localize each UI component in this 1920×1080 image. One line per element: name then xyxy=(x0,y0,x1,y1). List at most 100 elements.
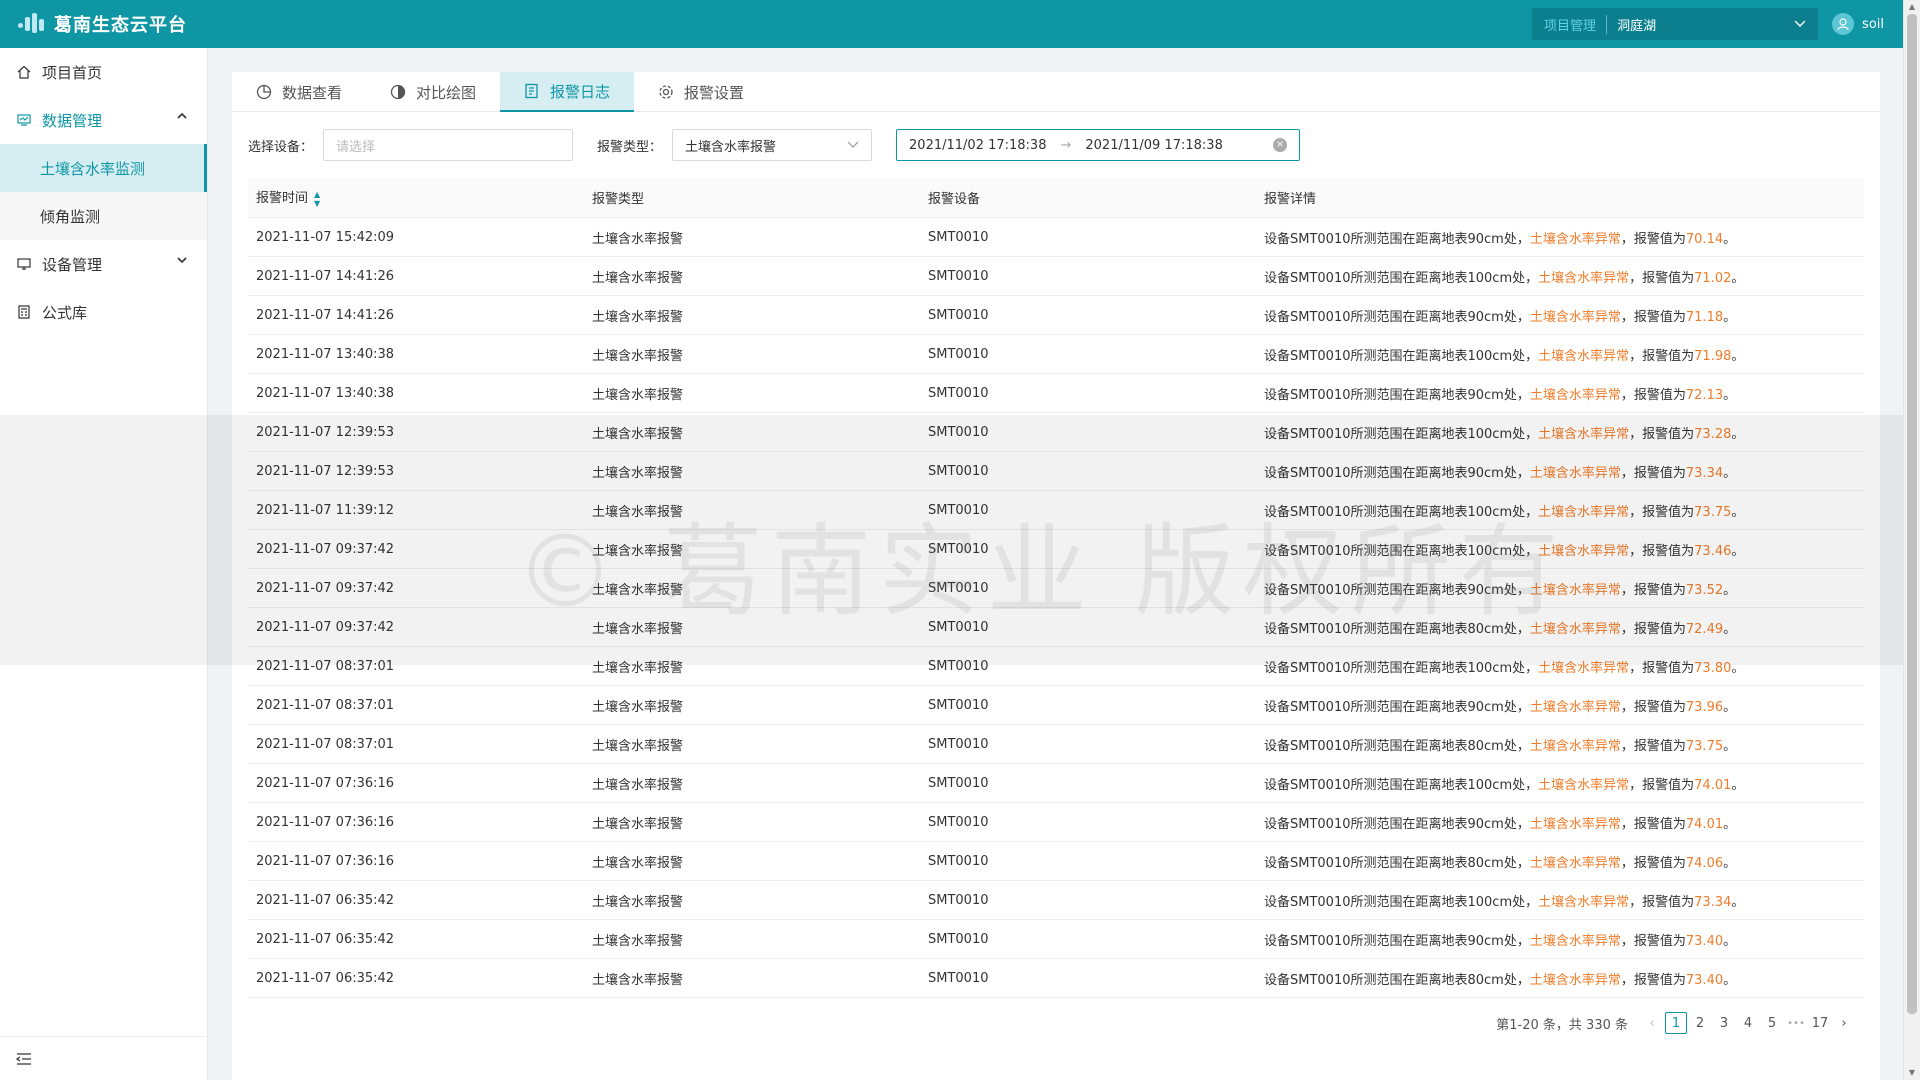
cell-detail: 设备SMT0010所测范围在距离地表80cm处，土壤含水率异常，报警值为73.4… xyxy=(1264,972,1737,988)
cell-type: 土壤含水率报警 xyxy=(592,855,684,871)
table-row[interactable]: 2021-11-07 07:36:16 土壤含水率报警 SMT0010 设备SMT00… xyxy=(248,842,1864,881)
table-row[interactable]: 2021-11-07 12:39:53 土壤含水率报警 SMT0010 设备SMT00… xyxy=(248,452,1864,491)
table-row[interactable]: 2021-11-07 08:37:01 土壤含水率报警 SMT0010 设备SMT00… xyxy=(248,647,1864,686)
cell-detail: 设备SMT0010所测范围在距离地表90cm处，土壤含水率异常，报警值为74.0… xyxy=(1264,816,1737,832)
tab-alarm-settings[interactable]: 报警设置 xyxy=(634,72,768,112)
date-range-picker[interactable]: 2021/11/02 17:18:38 → 2021/11/09 17:18:3… xyxy=(896,129,1301,161)
page-2[interactable]: 2 xyxy=(1689,1012,1711,1034)
logo[interactable]: 葛南生态云平台 xyxy=(0,0,187,48)
cell-type: 土壤含水率报警 xyxy=(592,387,684,403)
table-row[interactable]: 2021-11-07 07:36:16 土壤含水率报警 SMT0010 设备SMT00… xyxy=(248,803,1864,842)
page-last[interactable]: 17 xyxy=(1809,1012,1831,1034)
table-row[interactable]: 2021-11-07 09:37:42 土壤含水率报警 SMT0010 设备SMT00… xyxy=(248,608,1864,647)
table-row[interactable]: 2021-11-07 11:39:12 土壤含水率报警 SMT0010 设备SMT00… xyxy=(248,491,1864,530)
scroll-thumb[interactable] xyxy=(1907,14,1917,1014)
sidebar-item-data-management[interactable]: 数据管理 xyxy=(0,96,207,144)
clear-icon[interactable]: × xyxy=(1273,138,1288,152)
table-row[interactable]: 2021-11-07 15:42:09 土壤含水率报警 SMT0010 设备SMT00… xyxy=(248,218,1864,257)
range-separator: → xyxy=(1060,137,1072,153)
cell-device: SMT0010 xyxy=(928,931,989,947)
detail-tag: 土壤含水率异常 xyxy=(1529,465,1621,481)
calculator-icon xyxy=(16,304,32,320)
sidebar-item-tilt-monitoring[interactable]: 倾角监测 xyxy=(0,192,207,240)
scroll-down-arrow[interactable]: ▼ xyxy=(1904,1066,1920,1080)
tab-data-view[interactable]: 数据查看 xyxy=(232,72,366,112)
detail-tag: 土壤含水率异常 xyxy=(1529,231,1621,247)
range-end[interactable]: 2021/11/09 17:18:38 xyxy=(1085,138,1222,153)
cell-type: 土壤含水率报警 xyxy=(592,231,684,247)
tab-alarm-log[interactable]: 报警日志 xyxy=(500,72,635,112)
page-ellipsis[interactable]: ••• xyxy=(1785,1012,1807,1034)
device-select-input[interactable]: 请选择 xyxy=(323,129,574,161)
next-page-button[interactable]: › xyxy=(1833,1012,1855,1034)
cell-device: SMT0010 xyxy=(928,580,989,596)
table-row[interactable]: 2021-11-07 13:40:38 土壤含水率报警 SMT0010 设备SMT00… xyxy=(248,374,1864,413)
table-row[interactable]: 2021-11-07 09:37:42 土壤含水率报警 SMT0010 设备SMT00… xyxy=(248,530,1864,569)
page-5[interactable]: 5 xyxy=(1761,1012,1783,1034)
alarm-type-label: 报警类型： xyxy=(597,139,663,155)
table-row[interactable]: 2021-11-07 13:40:38 土壤含水率报警 SMT0010 设备SMT00… xyxy=(248,335,1864,374)
detail-value: 72.49 xyxy=(1685,621,1724,637)
gear-icon xyxy=(658,84,674,100)
filter-bar: 选择设备： 请选择 报警类型： 土壤含水率报警 2021/11/02 17:18… xyxy=(232,112,1880,178)
sidebar-item-formula-library[interactable]: 公式库 xyxy=(0,288,207,336)
cell-detail: 设备SMT0010所测范围在距离地表100cm处，土壤含水率异常，报警值为73.… xyxy=(1264,426,1745,442)
detail-tag: 土壤含水率异常 xyxy=(1529,816,1621,832)
prev-page-button[interactable]: ‹ xyxy=(1641,1012,1663,1034)
chevron-down-icon xyxy=(1794,20,1806,27)
user-menu[interactable]: soil xyxy=(1832,13,1884,35)
table-row[interactable]: 2021-11-07 14:41:26 土壤含水率报警 SMT0010 设备SMT00… xyxy=(248,296,1864,335)
table-row[interactable]: 2021-11-07 06:35:42 土壤含水率报警 SMT0010 设备SMT00… xyxy=(248,881,1864,920)
sidebar-collapse-button[interactable] xyxy=(0,1036,207,1080)
cell-type: 土壤含水率报警 xyxy=(592,972,684,988)
table-row[interactable]: 2021-11-07 09:37:42 土壤含水率报警 SMT0010 设备SMT00… xyxy=(248,569,1864,608)
cell-detail: 设备SMT0010所测范围在距离地表100cm处，土壤含水率异常，报警值为73.… xyxy=(1264,894,1745,910)
cell-detail: 设备SMT0010所测范围在距离地表90cm处，土壤含水率异常，报警值为71.1… xyxy=(1264,309,1737,325)
table-row[interactable]: 2021-11-07 06:35:42 土壤含水率报警 SMT0010 设备SMT00… xyxy=(248,959,1864,998)
alarm-type-select[interactable]: 土壤含水率报警 xyxy=(672,129,873,161)
detail-value: 74.06 xyxy=(1685,855,1724,871)
page-4[interactable]: 4 xyxy=(1737,1012,1759,1034)
project-selector[interactable]: 项目管理 洞庭湖 xyxy=(1532,8,1819,40)
cell-type: 土壤含水率报警 xyxy=(592,270,684,286)
cell-detail: 设备SMT0010所测范围在距离地表90cm处，土壤含水率异常，报警值为73.9… xyxy=(1264,699,1737,715)
table-row[interactable]: 2021-11-07 08:37:01 土壤含水率报警 SMT0010 设备SMT00… xyxy=(248,686,1864,725)
column-header-detail: 报警详情 xyxy=(1264,192,1317,207)
cell-type: 土壤含水率报警 xyxy=(592,777,684,793)
table-row[interactable]: 2021-11-07 12:39:53 土壤含水率报警 SMT0010 设备SMT00… xyxy=(248,413,1864,452)
top-header: 葛南生态云平台 项目管理 洞庭湖 soil xyxy=(0,0,1920,48)
sidebar-item-device-management[interactable]: 设备管理 xyxy=(0,240,207,288)
cell-time: 2021-11-07 14:41:26 xyxy=(256,307,395,323)
sidebar-item-home[interactable]: 项目首页 xyxy=(0,48,207,96)
table-row[interactable]: 2021-11-07 06:35:42 土壤含水率报警 SMT0010 设备SMT00… xyxy=(248,920,1864,959)
cell-type: 土壤含水率报警 xyxy=(592,426,684,442)
device-filter-label: 选择设备： xyxy=(248,139,314,155)
cell-detail: 设备SMT0010所测范围在距离地表90cm处，土壤含水率异常，报警值为73.4… xyxy=(1264,933,1737,949)
page-1[interactable]: 1 xyxy=(1665,1012,1687,1034)
cell-detail: 设备SMT0010所测范围在距离地表90cm处，土壤含水率异常，报警值为73.3… xyxy=(1264,465,1737,481)
cell-time: 2021-11-07 07:36:16 xyxy=(256,853,395,869)
cell-type: 土壤含水率报警 xyxy=(592,543,684,559)
cell-detail: 设备SMT0010所测范围在距离地表100cm处，土壤含水率异常，报警值为73.… xyxy=(1264,543,1745,559)
range-start[interactable]: 2021/11/02 17:18:38 xyxy=(909,138,1046,153)
scroll-up-arrow[interactable]: ▲ xyxy=(1904,0,1920,14)
tab-comparison-plot[interactable]: 对比绘图 xyxy=(366,72,500,112)
cell-detail: 设备SMT0010所测范围在距离地表100cm处，土壤含水率异常，报警值为71.… xyxy=(1264,270,1745,286)
table-row[interactable]: 2021-11-07 14:41:26 土壤含水率报警 SMT0010 设备SMT00… xyxy=(248,257,1864,296)
page-scrollbar[interactable]: ▲ ▼ xyxy=(1903,0,1920,1080)
page-3[interactable]: 3 xyxy=(1713,1012,1735,1034)
sidebar-item-label: 土壤含水率监测 xyxy=(40,159,146,178)
cell-detail: 设备SMT0010所测范围在距离地表80cm处，土壤含水率异常，报警值为72.4… xyxy=(1264,621,1737,637)
table-row[interactable]: 2021-11-07 08:37:01 土壤含水率报警 SMT0010 设备SMT00… xyxy=(248,725,1864,764)
sidebar-item-soil-moisture[interactable]: 土壤含水率监测 xyxy=(0,144,207,192)
cell-device: SMT0010 xyxy=(928,424,989,440)
column-header-type: 报警类型 xyxy=(592,192,645,207)
column-header-time[interactable]: 报警时间 ▲ ▼ xyxy=(248,187,584,208)
table-header: 报警时间 ▲ ▼ 报警类型 报警设备 报警详情 xyxy=(248,178,1864,218)
log-icon xyxy=(524,83,540,99)
cell-device: SMT0010 xyxy=(928,619,989,635)
detail-tag: 土壤含水率异常 xyxy=(1529,933,1621,949)
pagination: 第1-20 条，共 330 条 ‹ 1 2 3 4 5 ••• 17 › xyxy=(1496,1012,1856,1034)
sort-icon[interactable]: ▲ ▼ xyxy=(314,190,320,208)
table-row[interactable]: 2021-11-07 07:36:16 土壤含水率报警 SMT0010 设备SMT00… xyxy=(248,764,1864,803)
